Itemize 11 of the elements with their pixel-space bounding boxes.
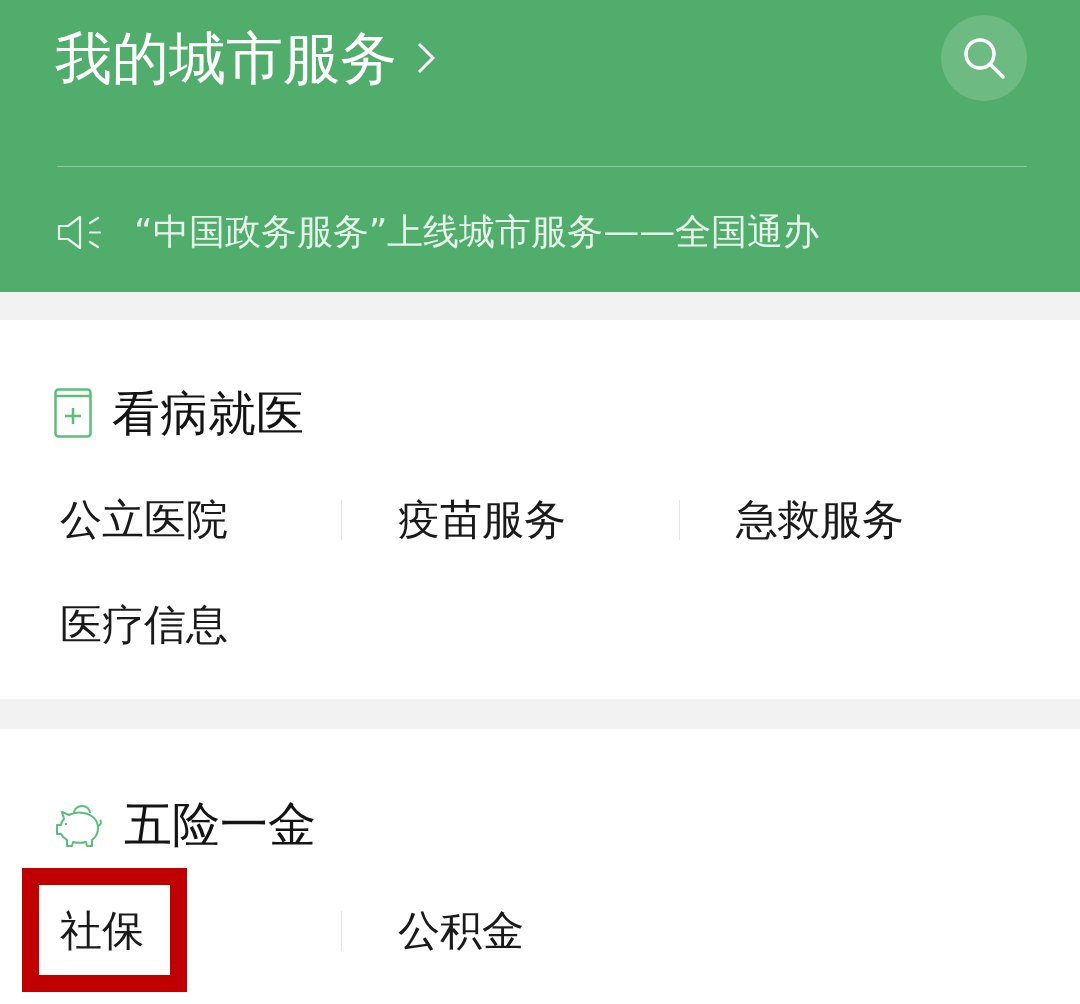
service-link[interactable]: 医疗信息	[60, 597, 228, 652]
service-link[interactable]: 急救服务	[736, 492, 904, 547]
service-link[interactable]: 公积金	[398, 903, 524, 958]
section-title: 看病就医	[112, 383, 304, 443]
service-link[interactable]: 疫苗服务	[398, 492, 566, 547]
section-title: 五险一金	[124, 794, 316, 854]
service-link[interactable]: 公立医院	[60, 492, 228, 547]
service-link[interactable]: 社保	[60, 903, 144, 958]
chevron-icon	[417, 42, 435, 74]
medical-book-icon	[54, 388, 92, 438]
search-icon	[963, 37, 1005, 79]
